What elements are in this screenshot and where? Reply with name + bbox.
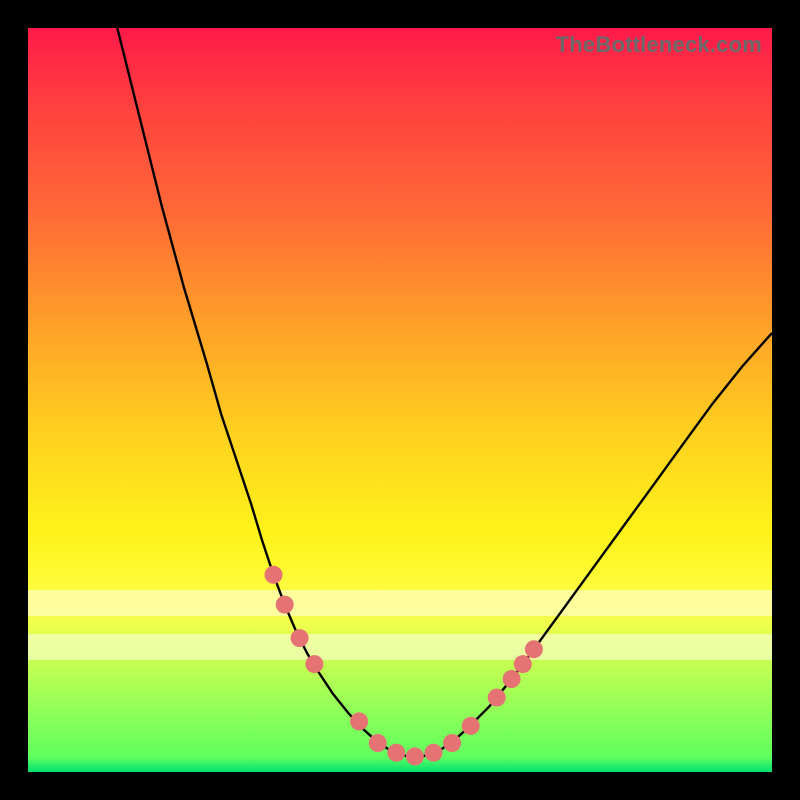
marker-point — [406, 747, 424, 765]
marker-point — [291, 629, 309, 647]
marker-point — [265, 566, 283, 584]
plot-area: TheBottleneck.com — [28, 28, 772, 772]
marker-point — [387, 744, 405, 762]
marker-point — [525, 640, 543, 658]
marker-point — [305, 655, 323, 673]
bottleneck-curve — [117, 28, 772, 756]
marker-point — [443, 734, 461, 752]
marker-point — [425, 744, 443, 762]
marker-point — [276, 596, 294, 614]
marker-point — [350, 712, 368, 730]
marker-point — [514, 655, 532, 673]
curve-svg — [28, 28, 772, 772]
marker-point — [462, 717, 480, 735]
marker-point — [488, 689, 506, 707]
marker-point — [503, 670, 521, 688]
outer-frame: TheBottleneck.com — [0, 0, 800, 800]
marker-group — [265, 566, 543, 766]
marker-point — [369, 734, 387, 752]
